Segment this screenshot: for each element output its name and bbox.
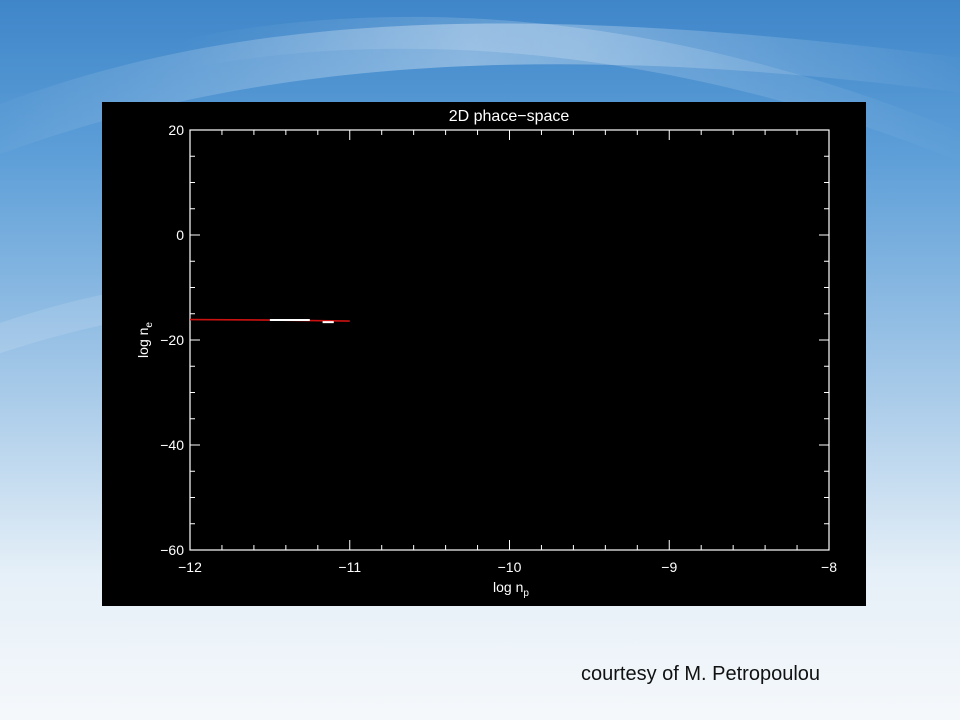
y-tick-label: −20	[160, 332, 184, 348]
y-tick-label: −40	[160, 437, 184, 453]
y-axis-label: log ne	[135, 322, 155, 358]
y-tick-label: 20	[168, 122, 184, 138]
series-layer	[189, 318, 350, 324]
x-tick-label: −10	[498, 559, 522, 575]
chart-title: 2D phace−space	[449, 108, 570, 125]
y-axis-label-subscript: e	[144, 322, 155, 328]
phase-space-chart: 2D phace−space −12 −11 −10 −9 −8 20 0 −20 −40 −6…	[135, 108, 837, 599]
y-axis-tick-labels: 20 0 −20 −40 −60	[160, 122, 184, 558]
plot-area-border	[189, 129, 830, 551]
x-tick-label: −9	[661, 559, 677, 575]
credit-text: courtesy of M. Petropoulou	[581, 663, 821, 685]
plot-panel: 2D phace−space −12 −11 −10 −9 −8 20 0 −20 −40 −6…	[102, 102, 866, 606]
x-axis-ticks	[189, 130, 830, 550]
y-axis-ticks	[190, 129, 829, 551]
y-axis-label-main: log n	[135, 328, 151, 358]
x-axis-label-main: log n	[493, 579, 523, 595]
x-axis-tick-labels: −12 −11 −10 −9 −8	[178, 559, 837, 575]
x-tick-label: −11	[338, 559, 361, 575]
y-tick-label: −60	[160, 542, 184, 558]
x-axis-label-subscript: p	[523, 588, 529, 599]
x-tick-label: −12	[178, 559, 202, 575]
x-tick-label: −8	[821, 559, 837, 575]
x-axis-label: log np	[493, 579, 529, 599]
y-tick-label: 0	[176, 227, 184, 243]
